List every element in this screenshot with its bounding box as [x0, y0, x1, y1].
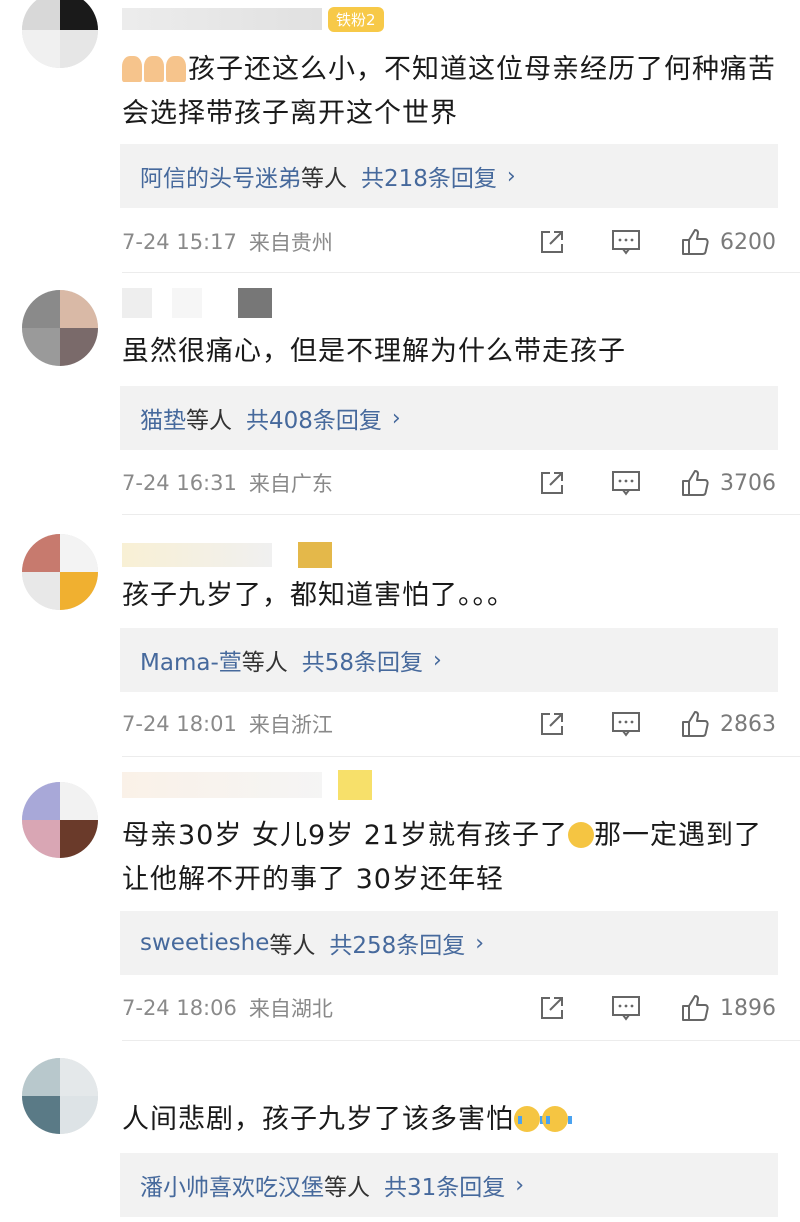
chevron-right-icon: › — [391, 405, 401, 431]
username[interactable] — [122, 768, 372, 802]
reply-count[interactable]: 共218条回复 — [361, 159, 497, 193]
chevron-right-icon: › — [515, 1172, 525, 1198]
comment-location: 来自贵州 — [248, 231, 333, 255]
comment-text: 孩子九岁了，都知道害怕了。。。 — [122, 580, 515, 611]
comment-body: 孩子还这么小，不知道这位母亲经历了何种痛苦会选择带孩子离开这个世界 — [122, 54, 776, 129]
like-button[interactable]: 3706 — [680, 468, 776, 498]
pray-emoji-icon — [122, 54, 188, 85]
avatar[interactable] — [22, 1058, 98, 1134]
share-icon[interactable] — [532, 469, 572, 497]
reply-and-others: 等人 — [269, 933, 316, 959]
action-bar: 6200 — [532, 222, 776, 262]
like-count: 2863 — [720, 711, 776, 737]
fan-badge: 铁粉2 — [328, 6, 384, 32]
thumbs-up-icon — [682, 229, 709, 255]
reply-count[interactable]: 共408条回复 — [246, 401, 382, 435]
comment-icon[interactable] — [606, 994, 646, 1022]
share-icon[interactable] — [532, 994, 572, 1022]
comment-text: 人间悲剧，孩子九岁了该多害怕 — [122, 1098, 782, 1142]
reply-and-others: 等人 — [301, 166, 347, 192]
thumbs-up-icon — [682, 711, 709, 737]
like-button[interactable]: 1896 — [680, 993, 776, 1023]
comment-text: 虽然很痛心，但是不理解为什么带走孩子 — [122, 336, 626, 367]
reply-count[interactable]: 共31条回复 — [384, 1168, 505, 1202]
crying-face-emoji-icon — [542, 1106, 572, 1132]
username-blurred — [122, 543, 272, 567]
reply-user[interactable]: 潘小帅喜欢吃汉堡 — [140, 1168, 324, 1202]
action-bar: 3706 — [532, 463, 776, 503]
like-count: 1896 — [720, 995, 776, 1021]
reply-and-others: 等人 — [241, 650, 288, 676]
thumbs-up-icon — [682, 470, 709, 496]
like-button[interactable]: 6200 — [680, 227, 776, 257]
reply-user[interactable]: 猫垫 — [140, 401, 186, 435]
avatar[interactable] — [22, 290, 98, 366]
comment-icon[interactable] — [606, 228, 646, 256]
comment-icon[interactable] — [606, 710, 646, 738]
thumbs-up-icon — [682, 995, 709, 1021]
username[interactable]: 铁粉2 — [122, 2, 384, 36]
reply-count[interactable]: 共58条回复 — [302, 643, 423, 677]
replies-box[interactable]: 潘小帅喜欢吃汉堡 等人 共31条回复 › — [120, 1153, 778, 1217]
reply-count[interactable]: 共258条回复 — [329, 926, 465, 960]
comment-time: 7-24 18:06 — [122, 996, 237, 1020]
divider — [122, 514, 800, 515]
comment-time: 7-24 16:31 — [122, 471, 237, 495]
comment-time: 7-24 15:17 — [122, 230, 237, 254]
like-count: 3706 — [720, 470, 776, 496]
username-blurred — [122, 288, 152, 318]
reply-user[interactable]: Mama-萱 — [140, 643, 242, 677]
comment-body-part1: 母亲30岁 女儿9岁 21岁就有孩子了 — [122, 820, 569, 851]
divider — [122, 1040, 800, 1041]
username-blurred — [122, 8, 322, 30]
replies-box[interactable]: sweetieshe 等人 共258条回复 › — [120, 911, 778, 975]
chevron-right-icon: › — [506, 163, 516, 189]
username[interactable] — [122, 538, 332, 572]
reply-user[interactable]: sweetieshe — [140, 930, 269, 956]
like-button[interactable]: 2863 — [680, 709, 776, 739]
share-icon[interactable] — [532, 228, 572, 256]
chevron-right-icon: › — [433, 647, 442, 673]
comment-location: 来自湖北 — [248, 997, 333, 1021]
share-icon[interactable] — [532, 710, 572, 738]
username-blurred — [122, 772, 322, 798]
chevron-right-icon: › — [475, 930, 485, 956]
avatar[interactable] — [22, 0, 98, 68]
comment-time: 7-24 18:01 — [122, 712, 237, 736]
comment-text: 母亲30岁 女儿9岁 21岁就有孩子了 那一定遇到了让他解不开的事了 30岁还年轻 — [122, 814, 782, 902]
avatar[interactable] — [22, 782, 98, 858]
comment-location: 来自广东 — [248, 472, 333, 496]
replies-box[interactable]: 阿信的头号迷弟 等人 共218条回复 › — [120, 144, 778, 208]
comment-body: 人间悲剧，孩子九岁了该多害怕 — [122, 1104, 514, 1135]
divider — [122, 272, 800, 273]
worried-face-emoji-icon — [568, 822, 595, 848]
replies-box[interactable]: 猫垫 等人 共408条回复 › — [120, 386, 778, 450]
like-count: 6200 — [720, 229, 776, 255]
crying-face-emoji-icon — [514, 1106, 544, 1132]
reply-user[interactable]: 阿信的头号迷弟 — [140, 159, 301, 193]
avatar[interactable] — [22, 534, 98, 610]
reply-and-others: 等人 — [324, 1175, 370, 1201]
replies-box[interactable]: Mama-萱 等人 共58条回复 › — [120, 628, 778, 692]
action-bar: 1896 — [532, 988, 776, 1028]
reply-and-others: 等人 — [186, 408, 232, 434]
comment-location: 来自浙江 — [248, 713, 333, 737]
action-bar: 2863 — [532, 704, 776, 744]
divider — [122, 756, 800, 757]
comment-text: 孩子还这么小，不知道这位母亲经历了何种痛苦会选择带孩子离开这个世界 — [122, 48, 782, 136]
comment-icon[interactable] — [606, 469, 646, 497]
username[interactable] — [122, 286, 272, 320]
